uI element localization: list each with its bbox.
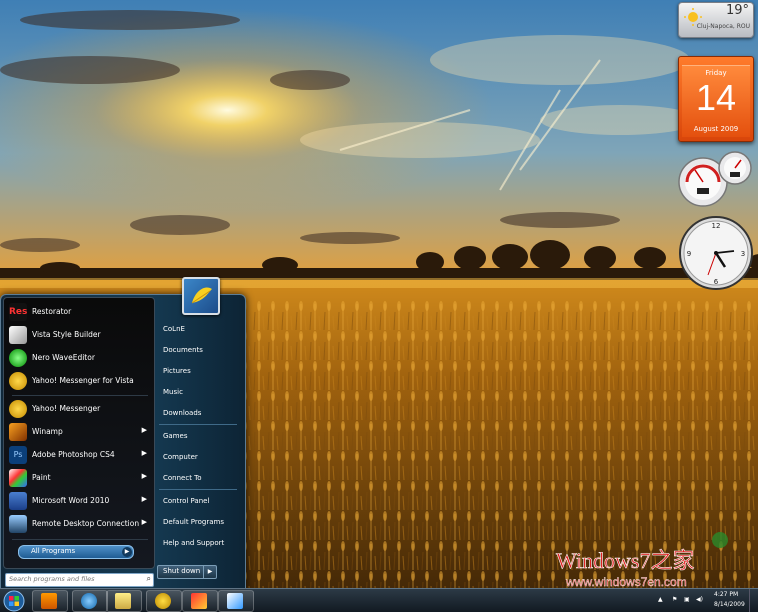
- search-input[interactable]: [6, 574, 129, 584]
- submenu-arrow-icon: ▶: [141, 495, 147, 503]
- action-center-icon[interactable]: ⚑: [672, 596, 677, 603]
- clock-time[interactable]: 4:27 PM: [714, 591, 738, 598]
- internet-explorer-icon: [81, 593, 97, 609]
- clock-date[interactable]: 8/14/2009: [714, 601, 745, 608]
- yahoo-messenger-icon: [155, 593, 171, 609]
- shutdown-options-arrow-icon[interactable]: ▶: [203, 566, 216, 578]
- programs-pane: Res Restorator Vista Style Builder Nero …: [3, 297, 155, 569]
- link-user-folder[interactable]: CoLnE: [159, 321, 239, 337]
- paint-icon: [227, 593, 243, 609]
- taskbar: ▲ ⚑ ▣ ◀) 4:27 PM 8/14/2009: [0, 588, 758, 612]
- taskbar-paint[interactable]: [218, 590, 254, 612]
- calendar-gadget[interactable]: Friday 14 August 2009: [678, 56, 754, 142]
- program-vista-style-builder[interactable]: Vista Style Builder: [7, 324, 151, 346]
- taskbar-internet-explorer[interactable]: [72, 590, 108, 612]
- clock-gadget[interactable]: 12 3 6 9: [678, 215, 754, 291]
- link-documents[interactable]: Documents: [159, 342, 239, 358]
- nero-waveeditor-icon: [9, 349, 27, 367]
- cpu-meter-gadget[interactable]: [677, 150, 755, 208]
- weather-temperature: 19°: [725, 3, 749, 18]
- word-icon: [9, 492, 27, 510]
- volume-icon[interactable]: ◀): [696, 596, 703, 603]
- watermark-url: www.windows7en.com: [565, 575, 687, 589]
- svg-text:9: 9: [687, 250, 691, 258]
- yahoo-messenger-icon: [9, 400, 27, 418]
- paint-icon: [9, 469, 27, 487]
- all-programs-button[interactable]: All Programs ▶: [18, 545, 134, 559]
- media-player-icon: [41, 593, 57, 609]
- program-remote-desktop[interactable]: Remote Desktop Connection ▶: [7, 513, 151, 535]
- restorator-icon: Res: [9, 303, 27, 321]
- link-control-panel[interactable]: Control Panel: [159, 493, 239, 509]
- winamp-icon: [9, 423, 27, 441]
- photoshop-icon: Ps: [9, 446, 27, 464]
- program-microsoft-word[interactable]: Microsoft Word 2010 ▶: [7, 490, 151, 512]
- link-downloads[interactable]: Downloads: [159, 405, 239, 421]
- submenu-arrow-icon: ▶: [141, 518, 147, 526]
- taskbar-explorer[interactable]: [106, 590, 142, 612]
- right-separator-1: [159, 424, 237, 425]
- start-button[interactable]: [0, 589, 28, 612]
- program-yahoo-messenger-vista[interactable]: Yahoo! Messenger for Vista: [7, 370, 151, 392]
- network-icon[interactable]: ▣: [684, 596, 690, 603]
- link-music[interactable]: Music: [159, 384, 239, 400]
- taskbar-yahoo-messenger[interactable]: [146, 590, 182, 612]
- link-games[interactable]: Games: [159, 428, 239, 444]
- remote-desktop-icon: [9, 515, 27, 533]
- arrow-right-icon: ▶: [122, 547, 132, 557]
- all-programs-separator: [12, 539, 148, 540]
- pinned-separator: [12, 395, 148, 396]
- link-default-programs[interactable]: Default Programs: [159, 514, 239, 530]
- calendar-weekday: Friday: [705, 69, 727, 77]
- program-restorator[interactable]: Res Restorator: [7, 301, 151, 323]
- program-paint[interactable]: Paint ▶: [7, 467, 151, 489]
- notification-area: ▲ ⚑ ▣ ◀) 4:27 PM 8/14/2009: [652, 589, 758, 612]
- submenu-arrow-icon: ▶: [141, 472, 147, 480]
- svg-text:12: 12: [712, 222, 721, 230]
- program-winamp[interactable]: Winamp ▶: [7, 421, 151, 443]
- explorer-folder-icon: [115, 593, 131, 609]
- calendar-month-year: August 2009: [693, 125, 739, 133]
- program-yahoo-messenger[interactable]: Yahoo! Messenger: [7, 398, 151, 420]
- taskbar-media-player[interactable]: [32, 590, 68, 612]
- shutdown-button[interactable]: Shut down ▶: [157, 565, 217, 579]
- calendar-day: 14: [695, 77, 737, 118]
- program-adobe-photoshop[interactable]: Ps Adobe Photoshop CS4 ▶: [7, 444, 151, 466]
- weather-gadget[interactable]: 19° Cluj-Napoca, ROU: [678, 2, 754, 38]
- show-hidden-icons-icon[interactable]: ▲: [658, 596, 663, 603]
- search-box[interactable]: ⌕: [5, 573, 154, 587]
- start-menu: Res Restorator Vista Style Builder Nero …: [0, 277, 246, 592]
- submenu-arrow-icon: ▶: [141, 449, 147, 457]
- svg-text:3: 3: [741, 250, 745, 258]
- search-icon[interactable]: ⌕: [147, 574, 151, 584]
- right-separator-2: [159, 489, 237, 490]
- watermark-brand: Windows7之家: [556, 548, 694, 573]
- user-picture-icon: [191, 287, 212, 304]
- user-avatar[interactable]: [182, 277, 220, 315]
- vista-style-builder-icon: [9, 326, 27, 344]
- svg-text:6: 6: [714, 278, 719, 286]
- yahoo-messenger-icon: [9, 372, 27, 390]
- weather-location: Cluj-Napoca, ROU: [696, 23, 750, 30]
- link-help-and-support[interactable]: Help and Support: [159, 535, 239, 551]
- program-nero-waveeditor[interactable]: Nero WaveEditor: [7, 347, 151, 369]
- link-pictures[interactable]: Pictures: [159, 363, 239, 379]
- submenu-arrow-icon: ▶: [141, 426, 147, 434]
- watermark: Windows7之家 www.windows7en.com: [556, 532, 728, 589]
- link-computer[interactable]: Computer: [159, 449, 239, 465]
- windows-update-icon: [191, 593, 207, 609]
- taskbar-windows-update[interactable]: [182, 590, 218, 612]
- show-desktop-button[interactable]: [749, 589, 758, 612]
- link-connect-to[interactable]: Connect To: [159, 470, 239, 486]
